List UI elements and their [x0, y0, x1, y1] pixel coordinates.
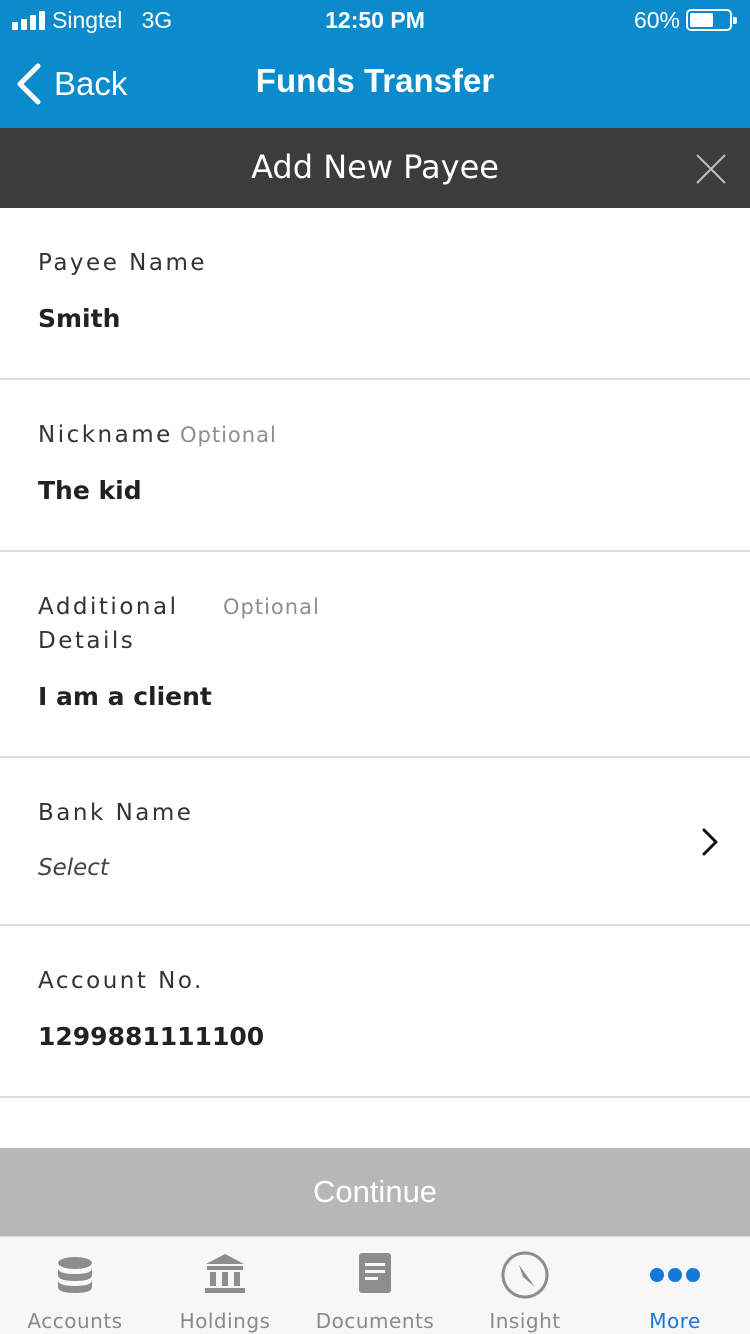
bank-name-selector[interactable]: Bank Name Select [0, 758, 750, 926]
sheet-title: Add New Payee [251, 148, 499, 186]
status-bar: Singtel 3G 12:50 PM 60% [0, 0, 750, 40]
more-dots-icon [650, 1268, 700, 1282]
tab-accounts[interactable]: Accounts [0, 1237, 150, 1334]
account-number-field[interactable]: Account No. 1299881111100 [0, 926, 750, 1098]
tab-more[interactable]: More [600, 1237, 750, 1334]
tab-accounts-label: Accounts [27, 1309, 123, 1333]
chevron-right-icon [702, 828, 718, 856]
document-icon [359, 1253, 391, 1293]
battery-icon [686, 9, 737, 31]
sheet-header: Add New Payee [0, 128, 750, 208]
top-bar: Singtel 3G 12:50 PM 60% Back Funds Trans… [0, 0, 750, 128]
compass-icon [501, 1251, 549, 1299]
continue-button[interactable]: Continue [0, 1148, 750, 1236]
account-number-value[interactable]: 1299881111100 [38, 1022, 264, 1051]
payee-name-label: Payee Name [38, 250, 208, 276]
tab-documents-label: Documents [315, 1309, 435, 1333]
battery-percent: 60% [633, 7, 680, 33]
tab-insight[interactable]: Insight [450, 1237, 600, 1334]
tab-insight-label: Insight [489, 1309, 561, 1333]
tab-more-label: More [649, 1309, 701, 1333]
additional-details-optional-tag: Optional [223, 595, 320, 619]
additional-details-value[interactable]: I am a client [38, 682, 212, 711]
close-icon[interactable] [694, 152, 728, 186]
nickname-label: Nickname [38, 422, 173, 448]
tab-documents[interactable]: Documents [300, 1237, 450, 1334]
payee-name-field[interactable]: Payee Name Smith [0, 208, 750, 380]
additional-details-field[interactable]: Additional Details Optional I am a clien… [0, 552, 750, 758]
bank-name-placeholder: Select [38, 855, 109, 881]
database-icon [58, 1257, 92, 1293]
tab-holdings[interactable]: Holdings [150, 1237, 300, 1334]
additional-details-label-line2: Details [38, 628, 136, 654]
bank-name-label: Bank Name [38, 800, 194, 826]
nickname-field[interactable]: Nickname Optional The kid [0, 380, 750, 552]
additional-details-label-line1: Additional [38, 594, 179, 620]
payee-name-value[interactable]: Smith [38, 304, 120, 333]
nickname-optional-tag: Optional [180, 423, 277, 447]
page-title: Funds Transfer [255, 62, 495, 99]
account-number-label: Account No. [38, 968, 204, 994]
nickname-value[interactable]: The kid [38, 476, 142, 505]
bank-icon [205, 1254, 245, 1293]
tab-bar: Accounts Holdings Documents Insight More [0, 1236, 750, 1334]
tab-holdings-label: Holdings [179, 1309, 271, 1333]
